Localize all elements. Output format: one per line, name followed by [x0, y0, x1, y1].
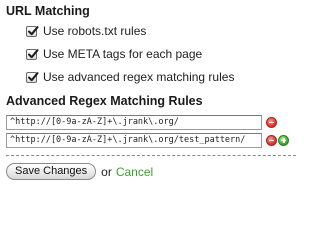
dashed-divider	[6, 155, 296, 156]
cancel-link[interactable]: Cancel	[116, 165, 153, 179]
regex-rule-input[interactable]	[6, 114, 262, 130]
url-matching-heading: URL Matching	[6, 4, 90, 18]
checkmark-icon	[28, 48, 39, 58]
regex-matching-label: Use advanced regex matching rules	[43, 70, 235, 84]
regex-rule-input[interactable]	[6, 132, 262, 148]
save-changes-button[interactable]: Save Changes	[6, 163, 97, 180]
checkmark-icon	[28, 25, 39, 35]
regex-rule-row	[6, 132, 289, 148]
checkmark-icon	[28, 71, 39, 81]
meta-tags-checkbox[interactable]	[26, 48, 39, 60]
minus-circle-icon[interactable]	[266, 134, 277, 146]
minus-circle-icon[interactable]	[266, 116, 277, 128]
option-robots-txt[interactable]: Use robots.txt rules	[26, 23, 146, 39]
option-regex-matching[interactable]: Use advanced regex matching rules	[26, 69, 234, 85]
form-actions: Save Changes or Cancel	[6, 163, 153, 180]
option-meta-tags[interactable]: Use META tags for each page	[26, 46, 202, 62]
plus-circle-icon[interactable]	[278, 134, 289, 146]
or-text: or	[101, 164, 112, 179]
meta-tags-label: Use META tags for each page	[43, 47, 203, 61]
robots-txt-label: Use robots.txt rules	[43, 24, 147, 38]
robots-txt-checkbox[interactable]	[26, 25, 39, 37]
regex-rule-row	[6, 114, 277, 130]
regex-rules-heading: Advanced Regex Matching Rules	[6, 94, 203, 108]
regex-matching-checkbox[interactable]	[26, 71, 39, 83]
